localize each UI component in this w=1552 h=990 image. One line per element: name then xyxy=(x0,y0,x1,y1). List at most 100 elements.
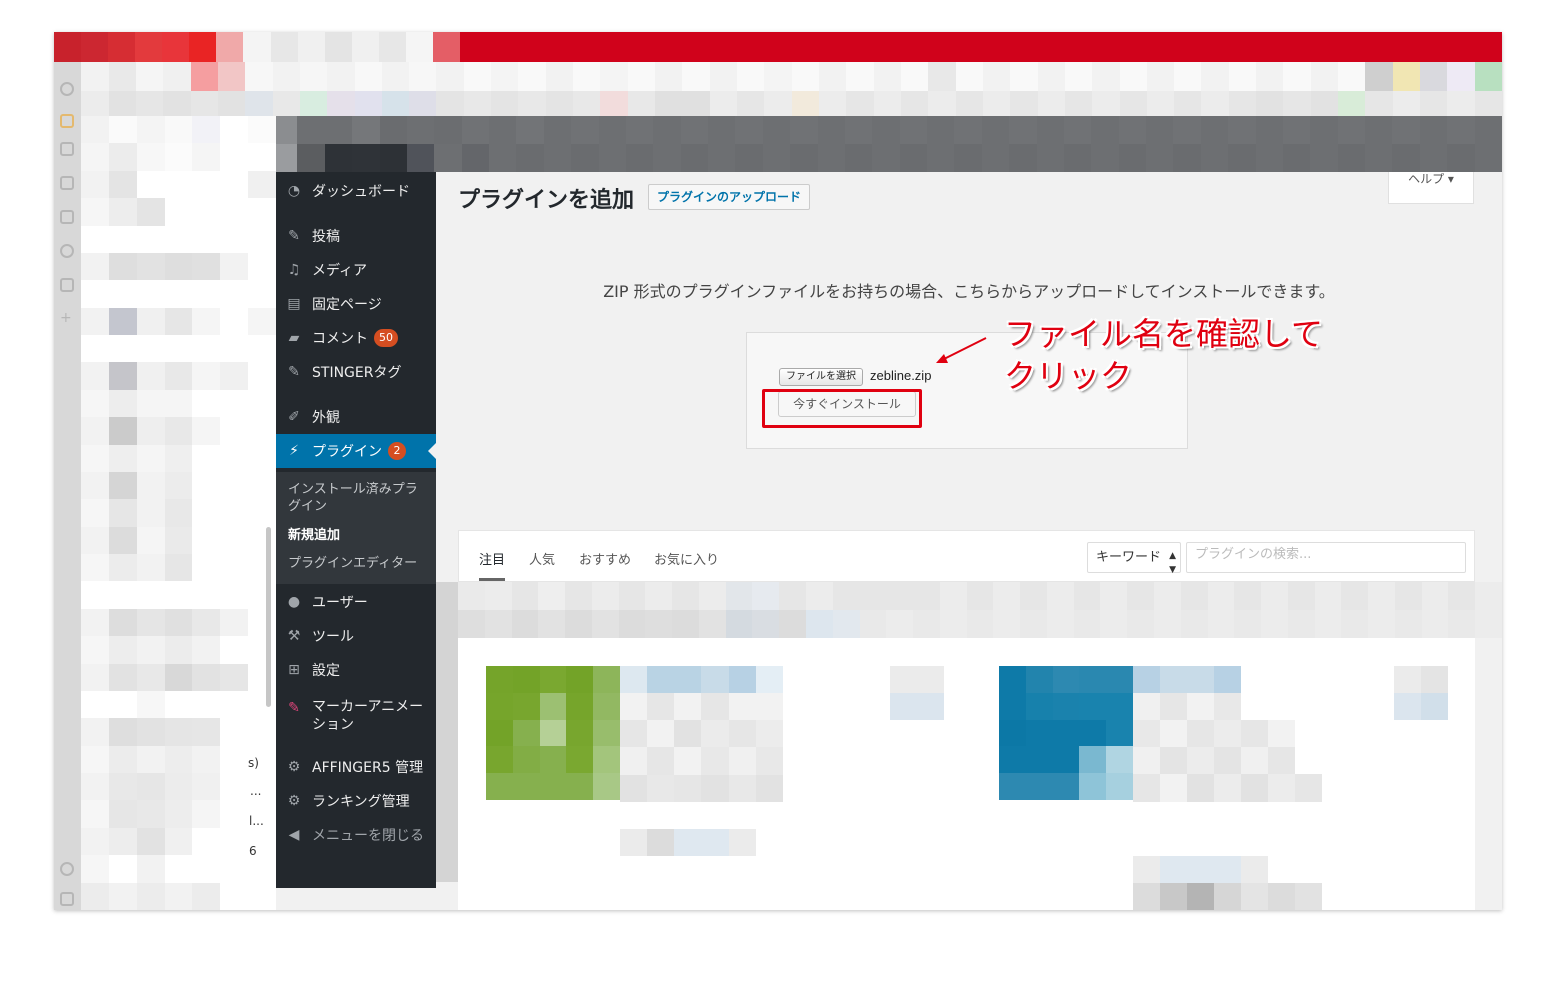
search-placeholder: プラグインの検索... xyxy=(1195,547,1312,562)
comment-icon: ▰ xyxy=(288,330,300,346)
menu-item-users[interactable]: ● ユーザー xyxy=(276,585,436,619)
plugin-cards-blurred xyxy=(458,638,1475,910)
dashboard-icon: ◔ xyxy=(287,183,301,199)
menu-item-label: ユーザー xyxy=(312,595,368,611)
settings-icon: ⊞ xyxy=(288,662,300,678)
collapse-icon: ◀ xyxy=(288,827,300,843)
menu-item-label: メニューを閉じる xyxy=(312,828,424,844)
menu-item-label: STINGERタグ xyxy=(312,365,402,381)
selected-file-name: zebline.zip xyxy=(870,368,932,383)
sidebar-fragment: l... xyxy=(249,814,264,828)
wp-admin-bar-blurred xyxy=(270,116,1502,172)
history-icon[interactable] xyxy=(60,244,74,258)
menu-item-stinger-tag[interactable]: ✎ STINGERタグ xyxy=(276,355,436,389)
comment-count-badge: 50 xyxy=(374,329,398,347)
sidebar-scrollbar[interactable] xyxy=(266,527,271,707)
menu-item-collapse[interactable]: ◀ メニューを閉じる xyxy=(276,818,436,852)
menu-item-pages[interactable]: ▤ 固定ページ xyxy=(276,287,436,321)
search-type-select[interactable]: キーワード ▲ ▼ xyxy=(1087,542,1181,575)
annotation-arrow xyxy=(936,337,987,363)
plugin-thumbnail xyxy=(999,666,1133,800)
box-icon[interactable] xyxy=(60,114,74,128)
sidebar-toggle-icon[interactable] xyxy=(60,892,74,906)
menu-item-plugins[interactable]: ⚡ プラグイン 2 xyxy=(276,434,436,468)
annotation-text: ファイル名を確認して クリック xyxy=(1004,313,1323,397)
tab-favorites[interactable]: お気に入り xyxy=(654,549,719,568)
tab-recommended[interactable]: おすすめ xyxy=(579,549,631,568)
submenu-installed-plugins[interactable]: インストール済みプラグイン xyxy=(288,481,428,515)
menu-item-affinger5[interactable]: ⚙ AFFINGER5 管理 xyxy=(276,750,436,784)
menu-item-dashboard[interactable]: ◔ ダッシュボード xyxy=(276,174,436,208)
browser-window: + s) ... l... 6 ◔ ダッシュボード ✎ 投稿 ♫ メディア ▤ … xyxy=(54,32,1502,910)
brush-icon: ✐ xyxy=(288,409,300,425)
upload-plugin-button[interactable]: プラグインのアップロード xyxy=(648,184,811,210)
wp-admin-menu: ◔ ダッシュボード ✎ 投稿 ♫ メディア ▤ 固定ページ ▰ コメント 50 … xyxy=(276,172,436,888)
user-icon: ● xyxy=(287,594,301,610)
menu-item-label: AFFINGER5 管理 xyxy=(312,760,424,776)
marker-icon: ✎ xyxy=(288,700,300,716)
menu-item-media[interactable]: ♫ メディア xyxy=(276,253,436,287)
menu-item-label: メディア xyxy=(312,263,368,279)
plugins-submenu: インストール済みプラグイン 新規追加 プラグインエディター xyxy=(276,472,436,584)
menu-item-marker-animation[interactable]: ✎ マーカーアニメーション xyxy=(276,692,436,736)
tab-popular[interactable]: 人気 xyxy=(529,549,555,568)
plugin-search-input[interactable]: プラグインの検索... xyxy=(1186,542,1466,573)
media-icon: ♫ xyxy=(287,262,301,278)
browser-tab-bar xyxy=(54,32,1502,62)
tab-featured[interactable]: 注目 xyxy=(479,549,506,581)
highlight-box xyxy=(762,389,922,428)
menu-item-appearance[interactable]: ✐ 外観 xyxy=(276,400,436,434)
select-arrows-icon: ▲ ▼ xyxy=(1169,551,1176,575)
blurred-tabs xyxy=(54,32,515,62)
gear-icon: ⚙ xyxy=(287,759,301,775)
bookmark-icon[interactable] xyxy=(60,142,74,156)
menu-item-tools[interactable]: ⚒ ツール xyxy=(276,619,436,653)
settings-icon[interactable] xyxy=(60,862,74,876)
menu-item-label: 投稿 xyxy=(312,229,340,245)
annotation-line-2: クリック xyxy=(1004,357,1133,395)
page-title: プラグインを追加 xyxy=(458,188,635,213)
menu-item-label: ツール xyxy=(312,629,354,645)
menu-item-label: ランキング管理 xyxy=(312,794,410,810)
plugin-thumbnail xyxy=(486,666,620,800)
notes-icon[interactable] xyxy=(60,210,74,224)
menu-item-comments[interactable]: ▰ コメント 50 xyxy=(276,321,436,355)
pin-icon: ✎ xyxy=(288,228,300,244)
sidebar-fragment: ... xyxy=(250,784,262,798)
plugin-card-text-blurred xyxy=(1133,666,1349,910)
plugin-update-badge: 2 xyxy=(388,442,406,460)
submenu-plugin-editor[interactable]: プラグインエディター xyxy=(288,555,417,572)
back-icon[interactable] xyxy=(60,82,74,96)
plugin-card-meta-blurred xyxy=(890,666,944,720)
page-icon: ▤ xyxy=(287,296,301,312)
blurred-notice-row xyxy=(458,582,1502,638)
menu-item-label: コメント xyxy=(312,331,368,347)
annotation-line-1: ファイル名を確認して xyxy=(1004,315,1324,353)
add-icon[interactable]: + xyxy=(60,311,74,326)
active-arrow xyxy=(428,443,436,459)
plugin-card-meta-blurred xyxy=(1394,666,1475,720)
window-icon[interactable] xyxy=(60,278,74,292)
menu-item-ranking[interactable]: ⚙ ランキング管理 xyxy=(276,784,436,818)
pin-icon: ✎ xyxy=(288,364,300,380)
search-type-value: キーワード xyxy=(1096,550,1162,565)
browser-sidebar-blurred xyxy=(81,116,276,910)
download-icon[interactable] xyxy=(60,176,74,190)
browser-side-strip: + xyxy=(54,62,81,910)
menu-item-label: プラグイン xyxy=(312,444,382,460)
menu-item-label: 外観 xyxy=(312,410,340,426)
wrench-icon: ⚒ xyxy=(287,628,301,644)
submenu-add-new[interactable]: 新規追加 xyxy=(288,527,340,544)
menu-item-settings[interactable]: ⊞ 設定 xyxy=(276,653,436,687)
plugin-card-text-blurred xyxy=(620,666,810,856)
menu-item-label: マーカーアニメーション xyxy=(312,699,424,733)
menu-item-label: 設定 xyxy=(312,663,340,679)
menu-item-posts[interactable]: ✎ 投稿 xyxy=(276,219,436,253)
upload-description: ZIP 形式のプラグインファイルをお持ちの場合、こちらからアップロードしてインス… xyxy=(603,282,1335,301)
help-tab-button[interactable]: ヘルプ ▾ xyxy=(1388,172,1474,204)
menu-item-label: 固定ページ xyxy=(312,297,382,313)
plugin-filter-bar: 注目 人気 おすすめ お気に入り キーワード ▲ ▼ プラグインの検索... xyxy=(458,530,1475,582)
choose-file-button[interactable]: ファイルを選択 xyxy=(779,368,863,386)
gear-icon: ⚙ xyxy=(287,793,301,809)
plug-icon: ⚡ xyxy=(289,443,299,459)
